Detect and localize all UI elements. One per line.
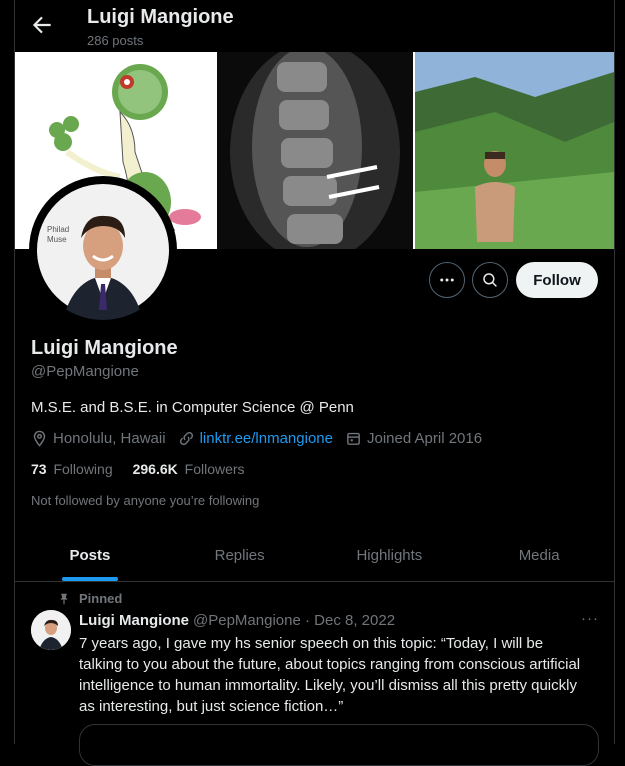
tab-highlights-label: Highlights bbox=[356, 546, 423, 564]
link-icon bbox=[179, 431, 193, 446]
location-text: Honolulu, Hawaii bbox=[53, 430, 166, 447]
tab-replies-label: Replies bbox=[214, 546, 265, 564]
following-stat[interactable]: 73 Following bbox=[31, 461, 113, 477]
search-icon bbox=[483, 273, 497, 287]
profile-name: Luigi Mangione bbox=[31, 337, 178, 359]
profile-avatar[interactable]: Philad Muse bbox=[33, 180, 173, 320]
svg-text:Muse: Muse bbox=[47, 235, 67, 244]
pinned-label: Pinned bbox=[79, 591, 123, 606]
tweet-text: 7 years ago, I gave my hs senior speech … bbox=[79, 635, 581, 715]
joined-item: Joined April 2016 bbox=[345, 430, 482, 447]
quoted-tweet-card[interactable] bbox=[79, 724, 599, 766]
profile-tabs: Posts Replies Highlights Media bbox=[15, 529, 614, 582]
followers-label: Followers bbox=[184, 461, 245, 477]
tab-highlights[interactable]: Highlights bbox=[315, 529, 465, 581]
location-icon bbox=[33, 430, 46, 447]
following-label: Following bbox=[53, 461, 113, 477]
pin-icon bbox=[60, 593, 68, 604]
follow-button[interactable]: Follow bbox=[516, 262, 598, 298]
more-options-button[interactable] bbox=[429, 262, 465, 298]
tab-posts-label: Posts bbox=[69, 546, 111, 564]
following-count: 73 bbox=[31, 461, 47, 477]
link-item: linktr.ee/lnmangione bbox=[178, 430, 333, 447]
profile-handle: @PepMangione bbox=[31, 363, 139, 380]
back-arrow-icon[interactable] bbox=[29, 12, 55, 38]
header-post-count: 286 posts bbox=[87, 33, 144, 48]
search-profile-button[interactable] bbox=[472, 262, 508, 298]
tweet-author-handle[interactable]: @PepMangione bbox=[193, 612, 301, 629]
active-tab-indicator bbox=[61, 577, 118, 581]
joined-text: Joined April 2016 bbox=[366, 430, 483, 447]
tab-media-label: Media bbox=[518, 546, 560, 564]
tab-replies[interactable]: Replies bbox=[165, 529, 315, 581]
location-item: Honolulu, Hawaii bbox=[31, 430, 166, 447]
calendar-icon bbox=[347, 432, 360, 445]
top-bar: Luigi Mangione 286 posts bbox=[15, 0, 614, 52]
tweet-more-button[interactable]: ··· bbox=[581, 610, 599, 627]
tweet-author-name[interactable]: Luigi Mangione bbox=[79, 612, 189, 629]
banner-xray-image bbox=[217, 52, 413, 249]
pinned-indicator: Pinned bbox=[57, 591, 122, 606]
tweet-header: Luigi Mangione @PepMangione · Dec 8, 202… bbox=[79, 612, 395, 629]
followed-by-text: Not followed by anyone you’re following bbox=[31, 493, 260, 508]
followers-count: 296.6K bbox=[132, 461, 178, 477]
tab-posts[interactable]: Posts bbox=[15, 529, 165, 581]
followers-stat[interactable]: 296.6K Followers bbox=[133, 461, 245, 477]
follow-stats: 73 Following 296.6K Followers bbox=[31, 461, 265, 477]
tweet-date[interactable]: Dec 8, 2022 bbox=[314, 612, 395, 629]
profile-link[interactable]: linktr.ee/lnmangione bbox=[200, 430, 333, 447]
header-name: Luigi Mangione bbox=[87, 6, 234, 28]
tweet-separator: · bbox=[300, 612, 315, 629]
tab-media[interactable]: Media bbox=[464, 529, 614, 581]
profile-bio: M.S.E. and B.S.E. in Computer Science @ … bbox=[31, 399, 354, 416]
banner-hiking-image bbox=[415, 52, 614, 249]
svg-text:Philad: Philad bbox=[47, 225, 69, 234]
profile-column: Luigi Mangione 286 posts Philad Muse Fol… bbox=[14, 0, 615, 766]
tweet-avatar[interactable] bbox=[31, 610, 71, 650]
more-icon bbox=[440, 278, 454, 282]
profile-meta: Honolulu, Hawaii linktr.ee/lnmangione Jo… bbox=[31, 430, 494, 447]
